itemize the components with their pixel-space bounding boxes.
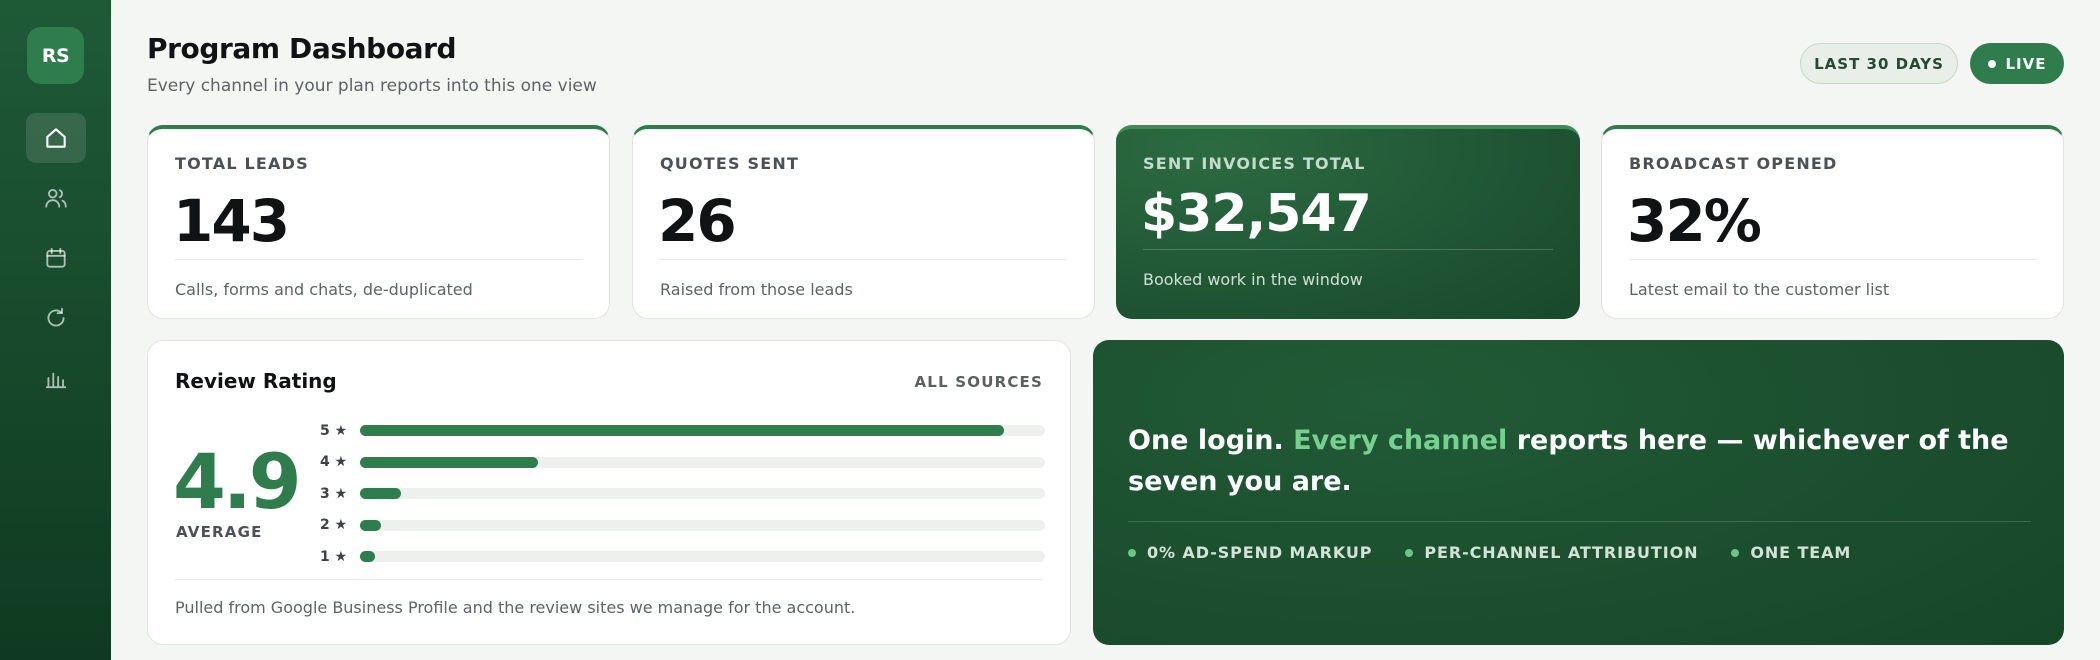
kpi-note: Raised from those leads bbox=[660, 280, 853, 299]
kpi-value: 143 bbox=[173, 187, 290, 255]
page-subtitle: Every channel in your plan reports into … bbox=[147, 76, 597, 96]
live-dot-icon bbox=[1987, 59, 1996, 68]
rating-row-4: 4 ★ bbox=[320, 447, 1045, 479]
kpi-divider bbox=[1629, 259, 2036, 260]
page-title: Program Dashboard bbox=[147, 32, 457, 65]
promo-feature: 0% AD-SPEND MARKUP bbox=[1128, 543, 1372, 562]
rating-bar-fill bbox=[360, 488, 402, 500]
promo-headline-start: One login. bbox=[1128, 425, 1294, 456]
rating-bar-track bbox=[360, 519, 1045, 531]
rating-bar-fill bbox=[360, 425, 1004, 437]
bullet-dot-icon bbox=[1128, 548, 1136, 557]
sidebar-nav bbox=[25, 113, 86, 413]
kpi-card-invoices-total[interactable]: SENT INVOICES TOTAL $32,547 Booked work … bbox=[1116, 125, 1580, 319]
rating-label: 3 ★ bbox=[320, 485, 348, 502]
kpi-label: BROADCAST OPENED bbox=[1629, 154, 1838, 173]
review-average-label: AVERAGE bbox=[176, 523, 263, 541]
rating-row-1: 1 ★ bbox=[320, 541, 1045, 573]
promo-features: 0% AD-SPEND MARKUP PER-CHANNEL ATTRIBUTI… bbox=[1128, 543, 1884, 562]
review-sources-filter[interactable]: ALL SOURCES bbox=[915, 373, 1044, 391]
rating-bar-fill bbox=[360, 456, 539, 468]
rating-row-3: 3 ★ bbox=[320, 478, 1045, 510]
kpi-label: TOTAL LEADS bbox=[175, 154, 309, 173]
kpi-card-total-leads[interactable]: TOTAL LEADS 143 Calls, forms and chats, … bbox=[147, 125, 610, 319]
promo-feature: ONE TEAM bbox=[1731, 543, 1851, 562]
rating-label: 1 ★ bbox=[320, 548, 348, 565]
kpi-label: QUOTES SENT bbox=[660, 154, 800, 173]
review-rating-card: Review Rating ALL SOURCES 4.9 AVERAGE 5 … bbox=[147, 340, 1071, 645]
kpi-label: SENT INVOICES TOTAL bbox=[1143, 154, 1366, 173]
home-icon bbox=[45, 128, 66, 148]
nav-item-home[interactable] bbox=[25, 113, 86, 163]
nav-item-reports[interactable] bbox=[26, 353, 86, 403]
kpi-card-quotes-sent[interactable]: QUOTES SENT 26 Raised from those leads bbox=[632, 125, 1095, 319]
logo-badge[interactable]: RS bbox=[27, 27, 84, 84]
users-icon bbox=[44, 188, 67, 208]
bullet-dot-icon bbox=[1405, 548, 1414, 557]
live-status-button[interactable]: LIVE bbox=[1970, 43, 2064, 84]
date-range-button[interactable]: LAST 30 DAYS bbox=[1800, 43, 1958, 84]
rating-bar-track bbox=[360, 456, 1045, 468]
kpi-note: Latest email to the customer list bbox=[1629, 280, 1890, 299]
refresh-icon bbox=[47, 307, 65, 327]
bullet-dot-icon bbox=[1731, 548, 1740, 557]
kpi-card-broadcast-opened[interactable]: BROADCAST OPENED 32% Latest email to the… bbox=[1601, 125, 2064, 319]
promo-divider bbox=[1128, 521, 2031, 522]
kpi-value: 26 bbox=[658, 187, 737, 255]
rating-bar-track bbox=[360, 488, 1045, 500]
calendar-icon bbox=[45, 247, 66, 268]
review-average-score: 4.9 bbox=[173, 437, 302, 526]
promo-banner: One login. Every channel reports here — … bbox=[1093, 340, 2064, 645]
rating-row-2: 2 ★ bbox=[320, 510, 1045, 542]
sidebar: RS bbox=[0, 0, 111, 660]
promo-feature: PER-CHANNEL ATTRIBUTION bbox=[1405, 543, 1698, 562]
review-title: Review Rating bbox=[175, 369, 337, 393]
nav-item-users[interactable] bbox=[26, 173, 86, 223]
promo-feature-label: ONE TEAM bbox=[1750, 543, 1852, 562]
live-label: LIVE bbox=[2005, 54, 2047, 73]
rating-row-5: 5 ★ bbox=[320, 415, 1045, 447]
review-footnote: Pulled from Google Business Profile and … bbox=[175, 598, 856, 617]
bar-chart-icon bbox=[45, 372, 66, 389]
nav-item-refresh[interactable] bbox=[26, 293, 86, 343]
kpi-value: 32% bbox=[1627, 187, 1762, 255]
promo-headline-accent: Every channel bbox=[1293, 425, 1508, 456]
rating-bar-track bbox=[360, 425, 1045, 437]
promo-feature-label: 0% AD-SPEND MARKUP bbox=[1147, 543, 1373, 562]
kpi-divider bbox=[175, 259, 582, 260]
rating-bar-track bbox=[360, 551, 1045, 563]
rating-distribution: 5 ★ 4 ★ 3 ★ 2 ★ 1 ★ bbox=[320, 415, 1045, 573]
kpi-value: $32,547 bbox=[1141, 184, 1372, 244]
kpi-note: Calls, forms and chats, de-duplicated bbox=[175, 280, 473, 299]
promo-headline: One login. Every channel reports here — … bbox=[1128, 420, 2038, 502]
nav-item-calendar[interactable] bbox=[26, 233, 86, 283]
rating-label: 4 ★ bbox=[320, 454, 348, 471]
rating-label: 5 ★ bbox=[320, 422, 348, 439]
review-divider bbox=[175, 579, 1043, 580]
kpi-divider bbox=[1143, 249, 1553, 250]
rating-bar-fill bbox=[360, 551, 376, 563]
kpi-note: Booked work in the window bbox=[1143, 270, 1363, 289]
rating-bar-fill bbox=[360, 519, 381, 531]
kpi-divider bbox=[660, 259, 1067, 260]
rating-label: 2 ★ bbox=[320, 517, 348, 534]
promo-feature-label: PER-CHANNEL ATTRIBUTION bbox=[1424, 543, 1699, 562]
